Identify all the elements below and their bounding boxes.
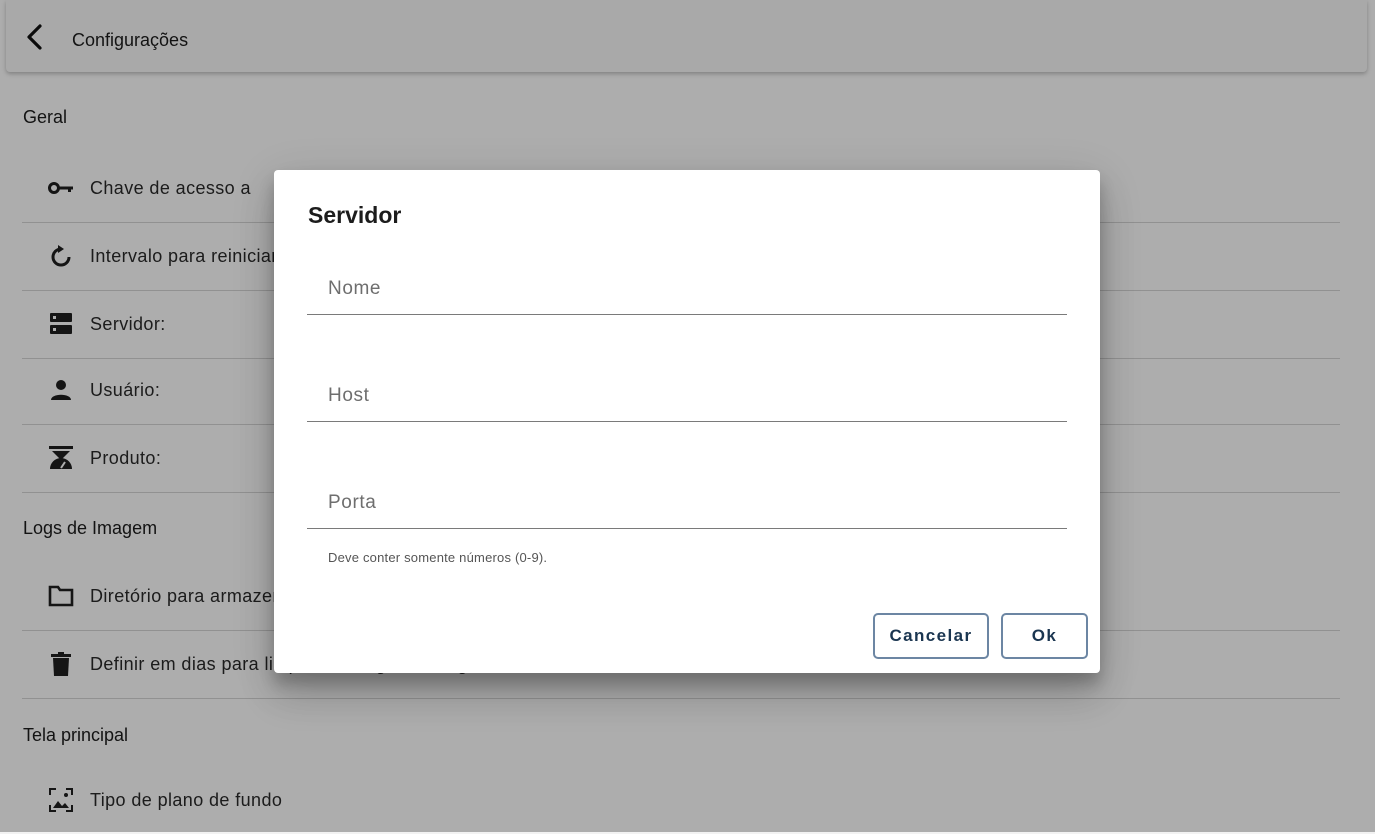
host-field xyxy=(307,371,1067,422)
dialog-title: Servidor xyxy=(308,202,402,228)
porta-helper-text: Deve conter somente números (0-9). xyxy=(328,550,548,565)
host-input[interactable] xyxy=(307,371,1067,421)
nome-field xyxy=(307,264,1067,315)
ok-button[interactable]: Ok xyxy=(1001,613,1088,659)
nome-input[interactable] xyxy=(307,264,1067,314)
server-dialog: Servidor Deve conter somente números (0-… xyxy=(274,170,1100,673)
cancel-button[interactable]: Cancelar xyxy=(873,613,989,659)
porta-input[interactable] xyxy=(307,478,1067,528)
porta-field xyxy=(307,478,1067,529)
